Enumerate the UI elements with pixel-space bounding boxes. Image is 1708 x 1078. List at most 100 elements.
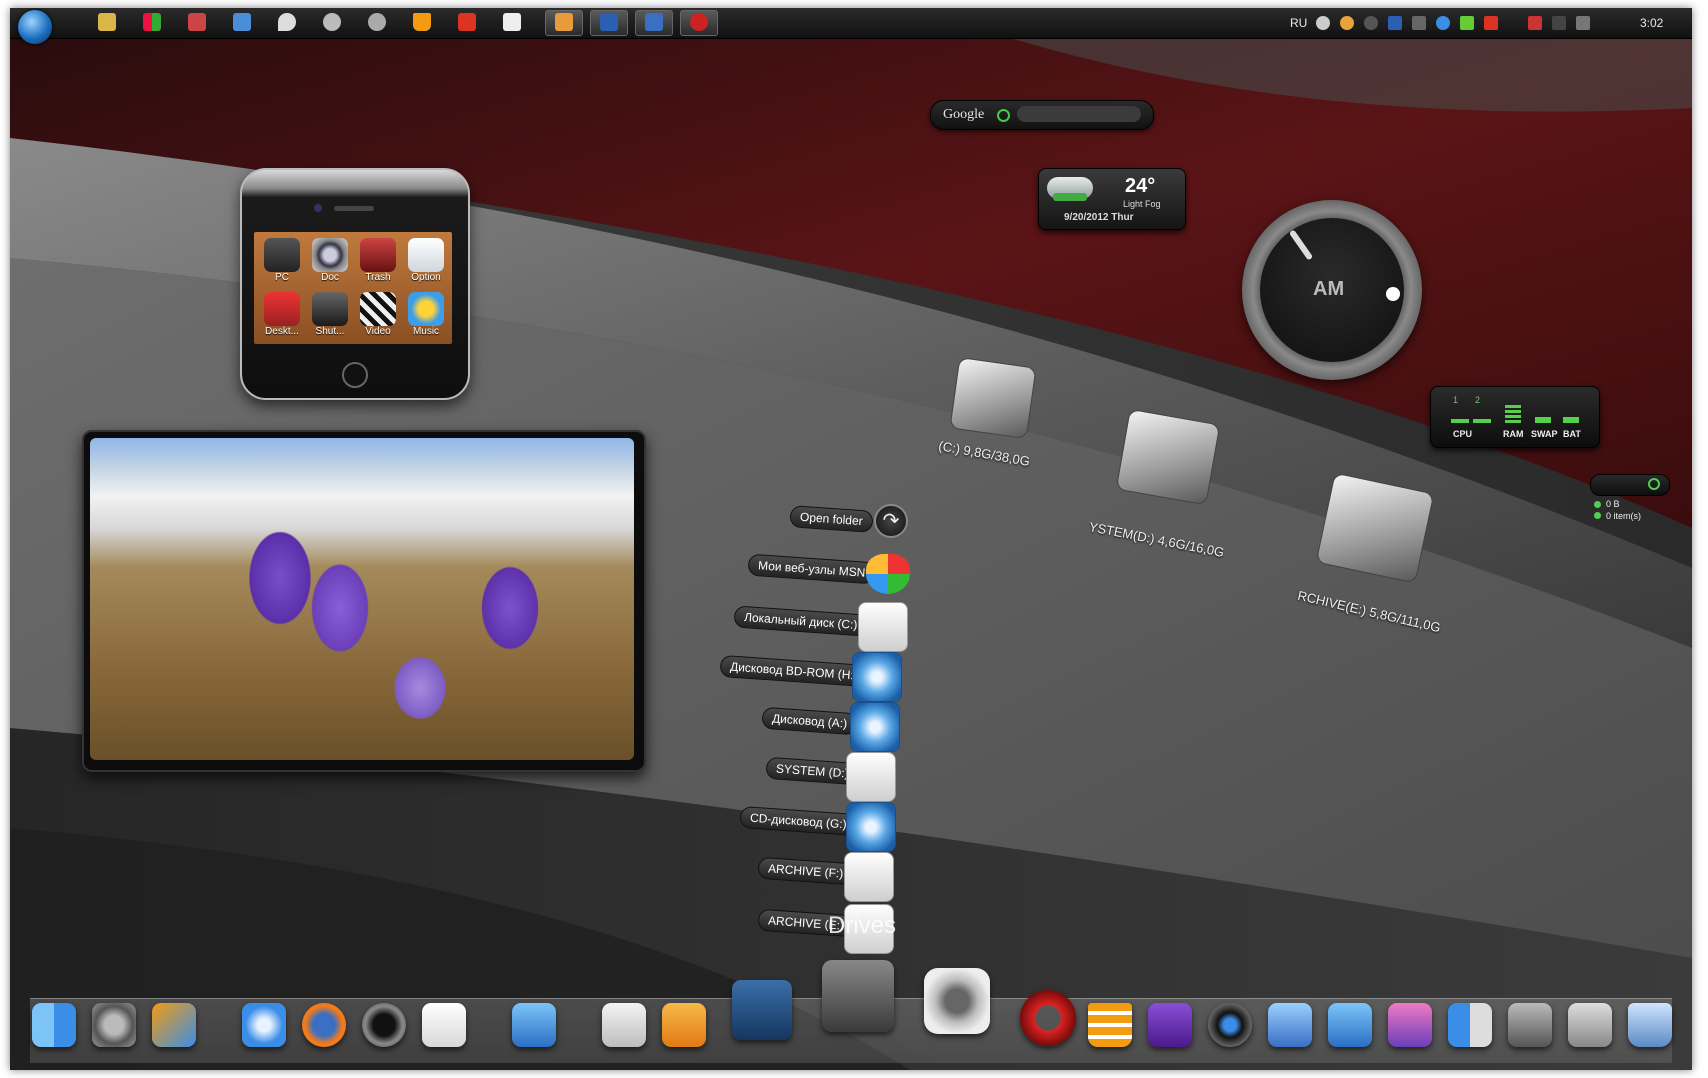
apple-drive-icon bbox=[858, 602, 908, 652]
drives-list-item[interactable]: CD-дисковод (G:) bbox=[739, 802, 902, 852]
tray-icon-7[interactable] bbox=[1552, 16, 1566, 30]
app-store-icon[interactable] bbox=[512, 1003, 556, 1047]
finder-icon[interactable] bbox=[32, 1003, 76, 1047]
app-label: PC bbox=[275, 272, 289, 283]
drives-list-item[interactable]: Дисковод BD-ROM (H:) bbox=[719, 652, 912, 702]
tray-icon-2[interactable] bbox=[1340, 16, 1354, 30]
sync-icon[interactable] bbox=[924, 968, 990, 1034]
tray-icon-3[interactable] bbox=[1364, 16, 1378, 30]
explorer-icon[interactable] bbox=[98, 13, 116, 31]
music-note-icon[interactable] bbox=[1268, 1003, 1312, 1047]
swap-label: SWAP bbox=[1531, 429, 1558, 439]
quicktime-icon[interactable] bbox=[362, 1003, 406, 1047]
google-search-widget: Google bbox=[930, 100, 1154, 130]
firefox-icon[interactable] bbox=[302, 1003, 346, 1047]
xfire-icon[interactable] bbox=[1148, 1003, 1192, 1047]
drives-list-item[interactable]: Мои веб-узлы MSN bbox=[747, 553, 918, 598]
recycle-bin-widget[interactable]: 0 B 0 item(s) bbox=[1586, 474, 1672, 534]
ram-bar bbox=[1505, 405, 1521, 423]
photo-icon[interactable] bbox=[1388, 1003, 1432, 1047]
hdd-widget-c[interactable]: (C:) 9,8G/38,0G bbox=[934, 356, 1074, 482]
drives-list-item[interactable]: Open folder ↷ bbox=[789, 504, 910, 544]
app-shutdown[interactable]: Shut... bbox=[310, 292, 350, 344]
app-trash[interactable]: Trash bbox=[358, 238, 398, 290]
tray-icon-5[interactable] bbox=[1412, 16, 1426, 30]
acrobat-small-icon[interactable] bbox=[458, 13, 476, 31]
apple-drive-icon bbox=[846, 752, 896, 802]
weather-widget[interactable]: 24° Light Fog 9/20/2012 Thur bbox=[1038, 168, 1186, 230]
vlc-icon[interactable] bbox=[1088, 1003, 1132, 1047]
printer-icon[interactable] bbox=[188, 13, 206, 31]
hdd-widget-d[interactable]: YSTEM(D:) 4,6G/16,0G bbox=[1087, 408, 1258, 576]
tray-icon-1[interactable] bbox=[1316, 16, 1330, 30]
recycle-size: 0 B bbox=[1606, 499, 1620, 509]
flag-icon[interactable] bbox=[1576, 16, 1590, 30]
volume-icon[interactable] bbox=[1528, 16, 1542, 30]
tray-icon-6[interactable] bbox=[1436, 16, 1450, 30]
drives-item-label: Дисковод BD-ROM (H:) bbox=[719, 654, 869, 688]
photo-frame-widget[interactable] bbox=[82, 430, 646, 772]
tools-icon[interactable] bbox=[732, 980, 792, 1040]
app-pc[interactable]: PC bbox=[262, 238, 302, 290]
windows-flag-icon[interactable] bbox=[143, 13, 161, 31]
hdd-label: YSTEM(D:) 4,6G/16,0G bbox=[1087, 519, 1226, 560]
app-option[interactable]: Option bbox=[406, 238, 446, 290]
recycle-items: 0 item(s) bbox=[1606, 511, 1642, 521]
check-icon[interactable] bbox=[233, 13, 251, 31]
document-small-icon[interactable] bbox=[503, 13, 521, 31]
desktop-icon bbox=[264, 292, 300, 326]
app-store-icon[interactable] bbox=[1328, 1003, 1372, 1047]
drives-list-item[interactable]: Локальный диск (C:) bbox=[733, 602, 918, 652]
quicktime-small-icon[interactable] bbox=[323, 13, 341, 31]
antivirus-icon[interactable] bbox=[1484, 16, 1498, 30]
safari-icon[interactable] bbox=[242, 1003, 286, 1047]
app-doc[interactable]: Doc bbox=[310, 238, 350, 290]
hdd-label: (C:) 9,8G/38,0G bbox=[937, 438, 1032, 469]
recycle-icon bbox=[1648, 478, 1660, 490]
itunes-icon[interactable] bbox=[662, 1003, 706, 1047]
tray-icon-4[interactable] bbox=[1388, 16, 1402, 30]
phone-widget[interactable]: PC Doc Trash Option Deskt... Shut... Vid… bbox=[240, 168, 470, 400]
core-2-label: 2 bbox=[1475, 395, 1481, 405]
automator-icon[interactable] bbox=[1508, 1003, 1552, 1047]
drives-list-item[interactable]: Дисковод (A:) bbox=[761, 702, 912, 752]
google-logo: Google bbox=[943, 107, 985, 122]
drive-icon[interactable] bbox=[822, 960, 894, 1032]
dashboard-icon[interactable] bbox=[1448, 1003, 1492, 1047]
drives-item-label: ARCHIVE (F:) bbox=[757, 856, 854, 886]
clock-text[interactable]: 3:02 bbox=[1640, 16, 1663, 30]
system-preferences-icon[interactable] bbox=[92, 1003, 136, 1047]
hdd-widget-e[interactable]: RCHIVE(E:) 5,8G/111,0G bbox=[1296, 472, 1466, 652]
clapperboard-icon bbox=[360, 292, 396, 326]
drives-list-item[interactable]: SYSTEM (D:) bbox=[765, 752, 906, 802]
cpu-label: CPU bbox=[1453, 429, 1473, 439]
opera-icon[interactable] bbox=[1020, 990, 1076, 1046]
vlc-small-icon[interactable] bbox=[413, 13, 431, 31]
drop-icon[interactable] bbox=[278, 13, 296, 31]
camera-icon[interactable] bbox=[1208, 1003, 1252, 1047]
hdd-label: RCHIVE(E:) 5,8G/111,0G bbox=[1296, 587, 1443, 636]
app-desktop[interactable]: Deskt... bbox=[262, 292, 302, 344]
start-button[interactable] bbox=[18, 10, 52, 44]
gear-small-icon[interactable] bbox=[368, 13, 386, 31]
app-video[interactable]: Video bbox=[358, 292, 398, 344]
weather-date: 9/20/2012 Thur bbox=[1064, 212, 1134, 223]
app-music[interactable]: Music bbox=[406, 292, 446, 344]
language-indicator[interactable]: RU bbox=[1290, 16, 1307, 30]
keychain-icon[interactable] bbox=[1568, 1003, 1612, 1047]
utilities-icon[interactable] bbox=[152, 1003, 196, 1047]
phone-home-button[interactable] bbox=[342, 362, 368, 388]
app-label: Doc bbox=[321, 272, 339, 283]
system-meter-widget[interactable]: 1 2 CPU RAM SWAP BAT bbox=[1430, 386, 1600, 448]
clock-widget[interactable]: AM bbox=[1242, 200, 1422, 380]
nvidia-icon[interactable] bbox=[1460, 16, 1474, 30]
floppy-icon bbox=[645, 13, 663, 31]
google-search-input[interactable] bbox=[1017, 106, 1141, 122]
grass-icon bbox=[1053, 193, 1087, 201]
sun-icon bbox=[408, 292, 444, 326]
ram-label: RAM bbox=[1503, 429, 1524, 439]
drives-list-item[interactable]: ARCHIVE (F:) bbox=[757, 852, 898, 902]
icloud-icon[interactable] bbox=[602, 1003, 646, 1047]
trash-icon[interactable] bbox=[1628, 1003, 1672, 1047]
textedit-icon[interactable] bbox=[422, 1003, 466, 1047]
